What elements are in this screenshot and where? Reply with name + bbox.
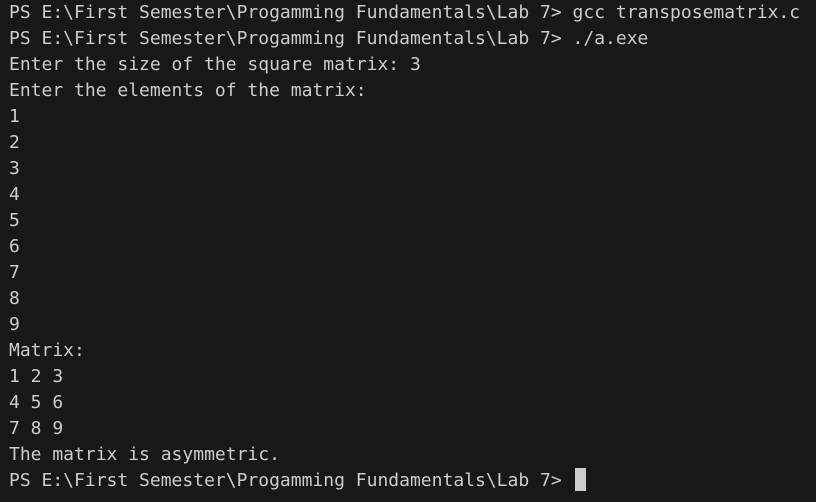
terminal-line-matrix-row-2: 4 5 6 [9,392,64,413]
terminal-line-input-7: 7 [9,262,20,283]
terminal-line-size-prompt: Enter the size of the square matrix: 3 [9,54,421,75]
terminal-line-current-prompt[interactable]: PS E:\First Semester\Progamming Fundamen… [9,468,800,494]
terminal-line-input-6: 6 [9,236,20,257]
terminal-line-matrix-row-3: 7 8 9 [9,418,64,439]
terminal-line-input-2: 2 [9,132,20,153]
prompt-text: PS E:\First Semester\Progamming Fundamen… [9,470,573,491]
terminal-output: PS E:\First Semester\Progamming Fundamen… [9,0,800,494]
terminal-line-input-1: 1 [9,106,20,127]
terminal-line-input-9: 9 [9,314,20,335]
text-cursor [574,468,586,491]
terminal-line-matrix-row-1: 1 2 3 [9,366,64,387]
terminal-line-elements-prompt: Enter the elements of the matrix: [9,80,367,101]
terminal-line-input-5: 5 [9,210,20,231]
terminal-line-result: The matrix is asymmetric. [9,444,280,465]
terminal-line-input-4: 4 [9,184,20,205]
terminal-line-matrix-heading: Matrix: [9,340,85,361]
terminal-panel[interactable]: PS E:\First Semester\Progamming Fundamen… [0,0,816,502]
terminal-line-gcc-command: PS E:\First Semester\Progamming Fundamen… [9,2,801,23]
terminal-line-input-3: 3 [9,158,20,179]
terminal-line-run-command: PS E:\First Semester\Progamming Fundamen… [9,28,649,49]
terminal-line-input-8: 8 [9,288,20,309]
